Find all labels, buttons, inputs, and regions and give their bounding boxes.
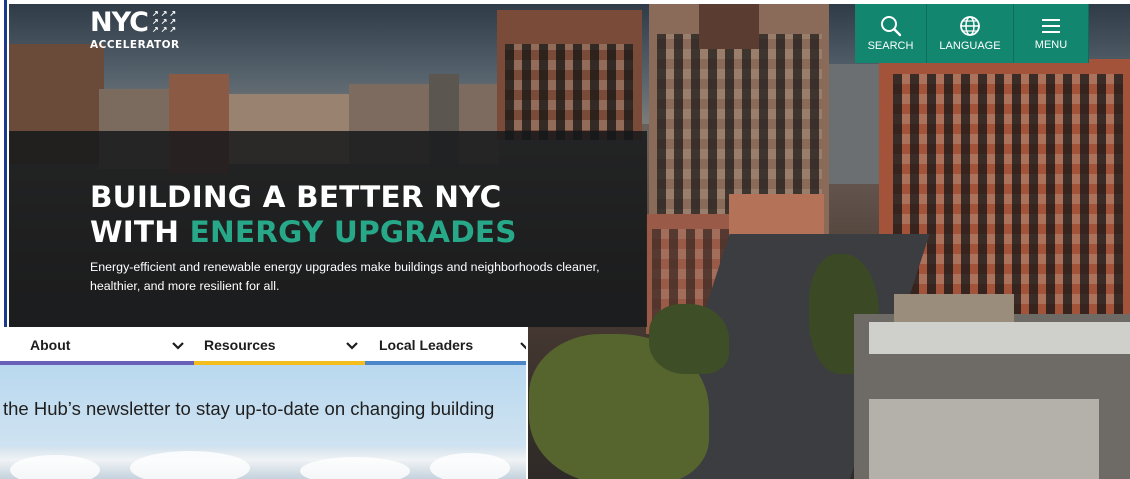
divider bbox=[526, 327, 528, 479]
chevron-down-icon bbox=[346, 342, 358, 350]
hero-title-line1: BUILDING A BETTER NYC bbox=[90, 180, 502, 214]
language-button[interactable]: LANGUAGE bbox=[927, 4, 1014, 63]
hero-description: Energy-efficient and renewable energy up… bbox=[90, 260, 600, 293]
logo-arrows: ↗↗↗ ↗↗↗ ↗↗↗ bbox=[152, 9, 179, 34]
chevron-down-icon bbox=[172, 342, 184, 350]
tab-local-leaders-label: Local Leaders bbox=[379, 337, 474, 353]
hero-title-accent: ENERGY UPGRADES bbox=[189, 215, 517, 249]
clouds-image bbox=[0, 447, 527, 479]
newsletter-text: the Hub’s newsletter to stay up-to-date … bbox=[3, 398, 495, 419]
globe-icon bbox=[960, 16, 980, 36]
top-nav: SEARCH LANGUAGE MENU bbox=[855, 4, 1089, 63]
tab-about[interactable]: About bbox=[0, 327, 194, 365]
tab-about-label: About bbox=[30, 337, 71, 353]
hero-title-line2: WITH ENERGY UPGRADES bbox=[90, 215, 517, 249]
hamburger-icon bbox=[1042, 19, 1060, 33]
edge-line bbox=[4, 0, 7, 328]
tab-resources[interactable]: Resources bbox=[194, 327, 365, 365]
search-button[interactable]: SEARCH bbox=[855, 4, 927, 63]
language-label: LANGUAGE bbox=[939, 40, 1001, 52]
nyc-accelerator-logo[interactable]: NYC ↗↗↗ ↗↗↗ ↗↗↗ ACCELERATOR bbox=[90, 9, 180, 51]
tab-resources-label: Resources bbox=[204, 337, 276, 353]
section-tabs: About Resources Local Leaders bbox=[0, 327, 527, 365]
tab-local-leaders[interactable]: Local Leaders bbox=[365, 327, 527, 365]
newsletter-banner: the Hub’s newsletter to stay up-to-date … bbox=[0, 365, 527, 447]
page: NYC ↗↗↗ ↗↗↗ ↗↗↗ ACCELERATOR SEARCH LANGUAG… bbox=[0, 0, 1130, 479]
menu-label: MENU bbox=[1034, 39, 1068, 51]
search-icon bbox=[880, 16, 901, 37]
search-label: SEARCH bbox=[867, 40, 914, 52]
logo-subtitle: ACCELERATOR bbox=[90, 39, 180, 51]
logo-wordmark: NYC bbox=[90, 7, 149, 38]
menu-button[interactable]: MENU bbox=[1014, 4, 1089, 63]
hero-title: BUILDING A BETTER NYC WITH ENERGY UPGRAD… bbox=[90, 180, 517, 250]
